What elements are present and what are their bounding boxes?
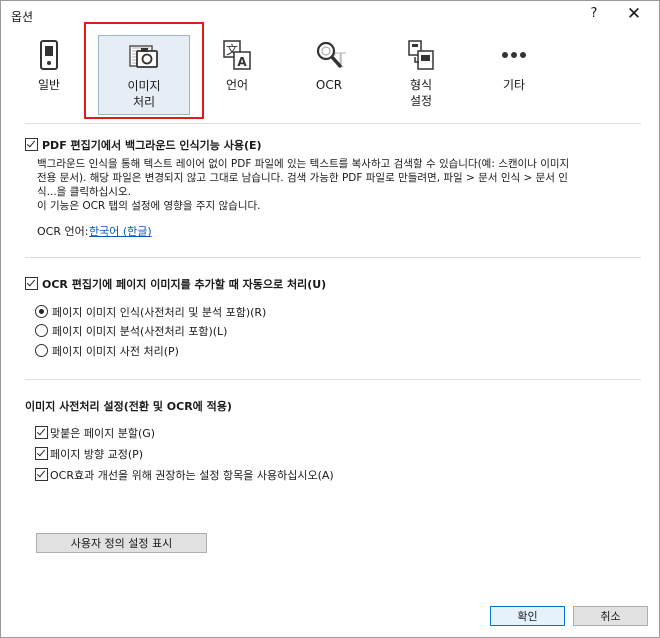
recommended-settings-label: OCR효과 개선을 위해 권장하는 설정 항목을 사용하십시오(A) [50, 469, 334, 482]
recommended-settings-checkbox[interactable] [35, 468, 48, 481]
divider [25, 257, 641, 258]
split-facing-pages-checkbox[interactable] [35, 426, 48, 439]
pdf-description-line: 전용 문서). 해당 파일은 변경되지 않고 그대로 남습니다. 검색 가능한 … [37, 172, 568, 184]
divider [25, 123, 641, 124]
radio-analyze[interactable] [35, 324, 48, 337]
radio-recognize-label: 페이지 이미지 인식(사전처리 및 분석 포함)(R) [52, 306, 267, 319]
tab-language-label: 언어 [225, 78, 249, 92]
radio-preprocess[interactable] [35, 344, 48, 357]
pdf-background-recognition-checkbox[interactable] [25, 138, 38, 151]
tab-other[interactable]: 기타 [468, 35, 560, 115]
tab-format-settings-label: 형식 설정 [409, 78, 433, 108]
svg-text:A: A [237, 55, 247, 69]
radio-analyze-label: 페이지 이미지 분석(사전처리 포함)(L) [52, 325, 228, 338]
ocr-auto-process-label: OCR 편집기에 페이지 이미지를 추가할 때 자동으로 처리(U) [42, 278, 327, 291]
tab-other-label: 기타 [502, 78, 526, 92]
ocr-language-link[interactable]: 한국어 (한글) [89, 223, 152, 239]
ocr-auto-process-checkbox[interactable] [25, 277, 38, 290]
category-toolbar: 일반 이미지 처리 文 A 언어 T OCR 형식 설정 기타 [1, 1, 659, 119]
ocr-language-label: OCR 언어: [37, 225, 89, 238]
pdf-description-line: 백그라운드 인식을 통해 텍스트 레이어 없이 PDF 파일에 있는 텍스트를 … [37, 158, 570, 170]
radio-recognize[interactable] [35, 305, 48, 318]
divider [25, 379, 641, 380]
ocr-search-icon: T [316, 41, 346, 71]
more-dots-icon [502, 52, 526, 58]
tab-ocr[interactable]: T OCR [283, 35, 375, 115]
format-settings-icon [408, 40, 434, 70]
ok-button[interactable]: 확인 [490, 606, 565, 626]
cancel-button[interactable]: 취소 [573, 606, 648, 626]
pdf-background-recognition-label: PDF 편집기에서 백그라운드 인식기능 사용(E) [42, 139, 262, 152]
options-dialog: 옵션 ? ✕ 일반 이미지 처리 文 A 언어 T OCR 형식 설정 기타 P… [0, 0, 660, 638]
tab-language[interactable]: 文 A 언어 [191, 35, 283, 115]
pdf-description-line: 식...을 클릭하십시오. [37, 186, 131, 198]
tab-general[interactable]: 일반 [3, 35, 95, 115]
radio-preprocess-label: 페이지 이미지 사전 처리(P) [52, 345, 179, 358]
selection-highlight-box [84, 22, 204, 119]
show-custom-settings-button[interactable]: 사용자 정의 설정 표시 [36, 533, 207, 553]
correct-orientation-checkbox[interactable] [35, 447, 48, 460]
toggle-switch-icon [40, 40, 58, 70]
preprocess-heading: 이미지 사전처리 설정(전환 및 OCR에 적용) [25, 400, 232, 413]
pdf-description-line: 이 기능은 OCR 탭의 설정에 영향을 주지 않습니다. [37, 200, 261, 212]
language-icon: 文 A [223, 40, 251, 70]
correct-orientation-label: 페이지 방향 교정(P) [50, 448, 144, 461]
pdf-description: 백그라운드 인식을 통해 텍스트 레이어 없이 PDF 파일에 있는 텍스트를 … [37, 157, 631, 213]
tab-general-label: 일반 [37, 78, 61, 92]
tab-ocr-label: OCR [315, 78, 343, 92]
split-facing-pages-label: 맞붙은 페이지 분할(G) [50, 427, 156, 440]
tab-format-settings[interactable]: 형식 설정 [375, 35, 467, 115]
